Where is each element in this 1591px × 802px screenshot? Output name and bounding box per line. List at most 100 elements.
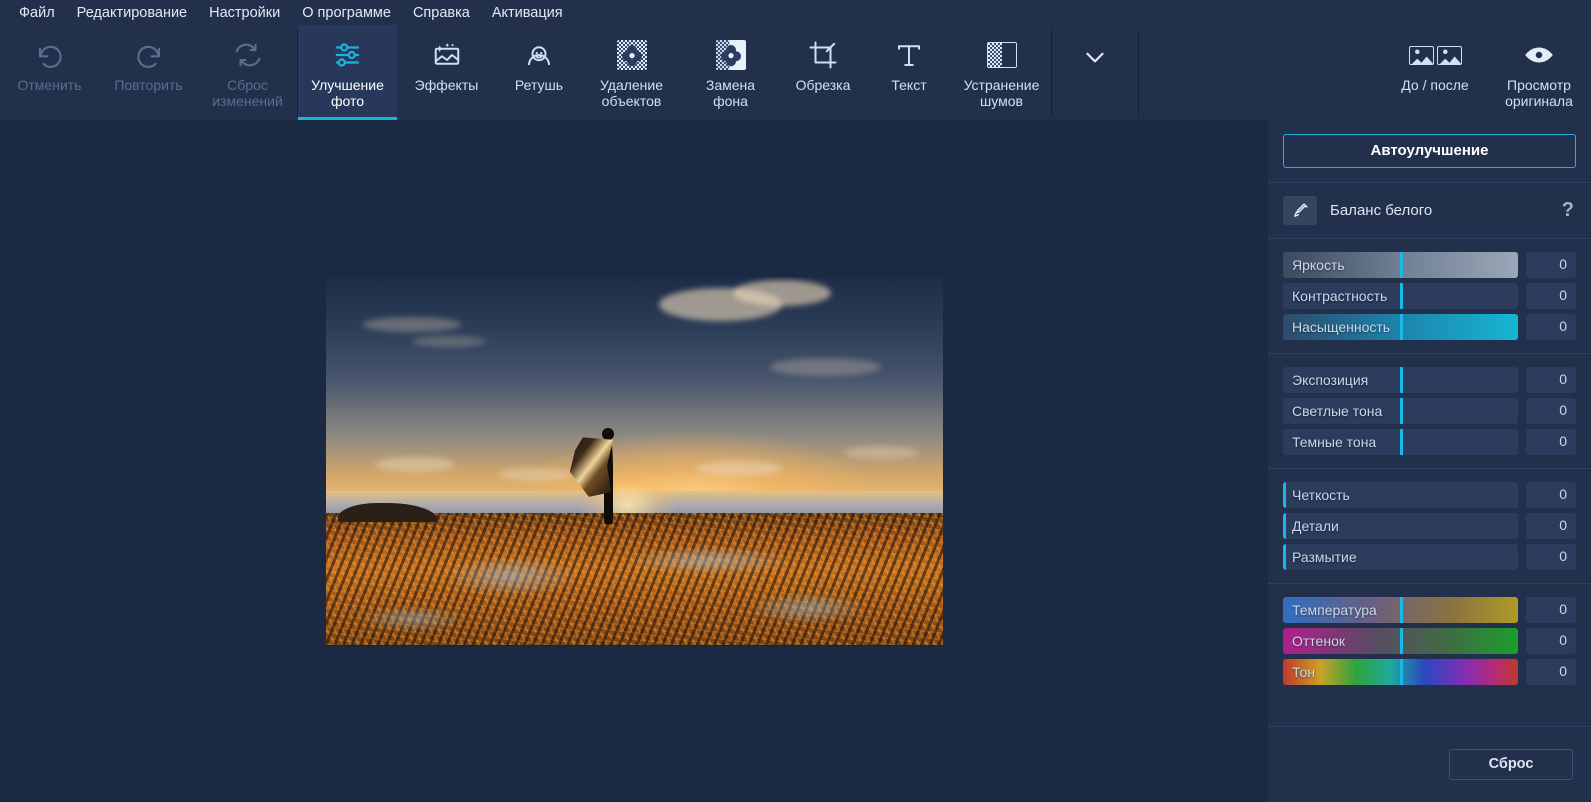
slider-размытие[interactable]: Размытие bbox=[1283, 544, 1518, 570]
slider-handle[interactable] bbox=[1399, 597, 1403, 623]
undo-icon bbox=[35, 38, 65, 72]
history-button-2[interactable]: Сброс изменений bbox=[198, 25, 297, 120]
slider-label: Насыщенность bbox=[1292, 319, 1391, 335]
slider-экспозиция[interactable]: Экспозиция bbox=[1283, 367, 1518, 393]
slider-handle[interactable] bbox=[1399, 628, 1403, 654]
adjustments-scroll-area: Автоулучшение Баланс белого ? Яркость 0 Ко… bbox=[1268, 120, 1591, 726]
slider-value-светлые-тона[interactable]: 0 bbox=[1526, 398, 1576, 424]
menu-file[interactable]: Файл bbox=[8, 1, 66, 25]
slider-label: Температура bbox=[1292, 602, 1377, 618]
menu-settings[interactable]: Настройки bbox=[198, 1, 291, 25]
slider-label: Светлые тона bbox=[1292, 403, 1383, 419]
tool-tab-6[interactable]: Текст bbox=[866, 25, 952, 120]
slider-handle[interactable] bbox=[1399, 283, 1403, 309]
slider-handle[interactable] bbox=[1399, 659, 1403, 685]
slider-value-насыщенность[interactable]: 0 bbox=[1526, 314, 1576, 340]
slider-row-яркость: Яркость 0 bbox=[1283, 252, 1576, 278]
slider-handle[interactable] bbox=[1399, 367, 1403, 393]
slider-row-экспозиция: Экспозиция 0 bbox=[1283, 367, 1576, 393]
slider-value-экспозиция[interactable]: 0 bbox=[1526, 367, 1576, 393]
tool-label: Отменить bbox=[17, 77, 82, 93]
more-tool-group bbox=[1052, 25, 1138, 120]
tool-label: Удаление объектов bbox=[599, 77, 664, 109]
slider-row-четкость: Четкость 0 bbox=[1283, 482, 1576, 508]
slider-оттенок[interactable]: Оттенок bbox=[1283, 628, 1518, 654]
slider-label: Четкость bbox=[1292, 487, 1350, 503]
slider-handle[interactable] bbox=[1399, 398, 1403, 424]
auto-enhance-button[interactable]: Автоулучшение bbox=[1283, 134, 1576, 168]
slider-row-температура: Температура 0 bbox=[1283, 597, 1576, 623]
slider-handle[interactable] bbox=[1399, 314, 1403, 340]
slider-handle[interactable] bbox=[1283, 482, 1286, 508]
help-icon[interactable]: ? bbox=[1562, 199, 1576, 222]
slider-яркость[interactable]: Яркость bbox=[1283, 252, 1518, 278]
image-canvas[interactable] bbox=[0, 120, 1268, 802]
menu-edit[interactable]: Редактирование bbox=[66, 1, 198, 25]
history-button-0[interactable]: Отменить bbox=[0, 25, 99, 120]
slider-температура[interactable]: Температура bbox=[1283, 597, 1518, 623]
tool-label: Ретушь bbox=[514, 77, 564, 93]
tool-label: До / после bbox=[1401, 77, 1469, 93]
photo-editor-window: Файл Редактирование Настройки О программе Сп… bbox=[0, 0, 1591, 802]
slider-value-температура[interactable]: 0 bbox=[1526, 597, 1576, 623]
tool-tab-3[interactable]: Удаление объектов bbox=[582, 25, 681, 120]
slider-насыщенность[interactable]: Насыщенность bbox=[1283, 314, 1518, 340]
retouch-face-icon bbox=[524, 38, 554, 72]
slider-handle[interactable] bbox=[1283, 513, 1286, 539]
tool-label: Просмотр оригинала bbox=[1505, 77, 1573, 109]
tool-tab-2[interactable]: Ретушь bbox=[496, 25, 582, 120]
menu-bar: Файл Редактирование Настройки О программе Сп… bbox=[0, 0, 1591, 25]
slider-value-четкость[interactable]: 0 bbox=[1526, 482, 1576, 508]
slider-value-темные-тона[interactable]: 0 bbox=[1526, 429, 1576, 455]
view-original-button[interactable]: Просмотр оригинала bbox=[1487, 25, 1591, 120]
tool-label: Текст bbox=[891, 77, 927, 93]
slider-handle[interactable] bbox=[1283, 544, 1286, 570]
slider-value-яркость[interactable]: 0 bbox=[1526, 252, 1576, 278]
slider-groups-container: Яркость 0 Контрастность 0 Насыщенность 0 Экспо… bbox=[1268, 239, 1591, 698]
slider-row-размытие: Размытие 0 bbox=[1283, 544, 1576, 570]
slider-четкость[interactable]: Четкость bbox=[1283, 482, 1518, 508]
menu-activation[interactable]: Активация bbox=[481, 1, 574, 25]
history-button-1[interactable]: Повторить bbox=[99, 25, 198, 120]
slider-handle[interactable] bbox=[1399, 429, 1403, 455]
photo-silhouette-figure bbox=[569, 427, 631, 524]
slider-label: Детали bbox=[1292, 518, 1339, 534]
slider-row-тон: Тон 0 bbox=[1283, 659, 1576, 685]
reset-button[interactable]: Сброс bbox=[1449, 749, 1573, 780]
slider-контрастность[interactable]: Контрастность bbox=[1283, 283, 1518, 309]
main-toolbar: Отменить Повторить Сброс изменений Улучшени… bbox=[0, 25, 1591, 120]
slider-row-насыщенность: Насыщенность 0 bbox=[1283, 314, 1576, 340]
tool-label: Эффекты bbox=[414, 77, 479, 93]
background-change-icon bbox=[715, 38, 746, 72]
slider-label: Контрастность bbox=[1292, 288, 1388, 304]
slider-светлые-тона[interactable]: Светлые тона bbox=[1283, 398, 1518, 424]
slider-value-размытие[interactable]: 0 bbox=[1526, 544, 1576, 570]
tool-tab-4[interactable]: Замена фона bbox=[681, 25, 780, 120]
tool-tab-1[interactable]: Эффекты bbox=[397, 25, 496, 120]
slider-label: Тон bbox=[1292, 664, 1315, 680]
eyedropper-icon[interactable] bbox=[1283, 196, 1317, 225]
more-tools-button[interactable] bbox=[1052, 25, 1138, 120]
slider-value-детали[interactable]: 0 bbox=[1526, 513, 1576, 539]
tool-tab-7[interactable]: Устранение шумов bbox=[952, 25, 1051, 120]
slider-handle[interactable] bbox=[1399, 252, 1403, 278]
slider-row-темные-тона: Темные тона 0 bbox=[1283, 429, 1576, 455]
history-tool-group: Отменить Повторить Сброс изменений bbox=[0, 25, 297, 120]
slider-детали[interactable]: Детали bbox=[1283, 513, 1518, 539]
before-after-button[interactable]: До / после bbox=[1383, 25, 1487, 120]
menu-help[interactable]: Справка bbox=[402, 1, 481, 25]
tool-tab-0[interactable]: Улучшение фото bbox=[298, 25, 397, 120]
sunset-beach-photo[interactable] bbox=[325, 276, 943, 646]
slider-темные-тона[interactable]: Темные тона bbox=[1283, 429, 1518, 455]
panel-footer: Сброс bbox=[1268, 726, 1591, 802]
sliders-icon bbox=[333, 38, 363, 72]
tool-tab-5[interactable]: Обрезка bbox=[780, 25, 866, 120]
slider-value-оттенок[interactable]: 0 bbox=[1526, 628, 1576, 654]
slider-group-3: Температура 0 Оттенок 0 Тон 0 bbox=[1268, 583, 1591, 698]
slider-value-контрастность[interactable]: 0 bbox=[1526, 283, 1576, 309]
slider-тон[interactable]: Тон bbox=[1283, 659, 1518, 685]
slider-value-тон[interactable]: 0 bbox=[1526, 659, 1576, 685]
menu-about[interactable]: О программе bbox=[291, 1, 402, 25]
cloud bbox=[374, 457, 456, 473]
slider-row-оттенок: Оттенок 0 bbox=[1283, 628, 1576, 654]
